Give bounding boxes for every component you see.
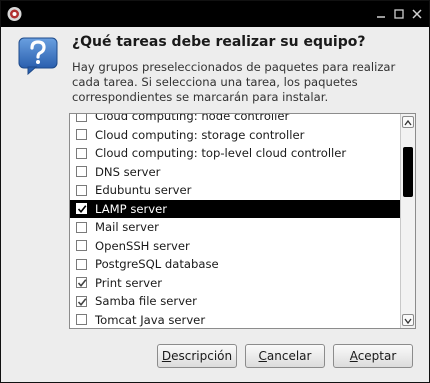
check-icon [77, 279, 87, 288]
task-row[interactable]: PostgreSQL database [70, 255, 400, 274]
task-checkbox[interactable] [76, 221, 87, 233]
task-row[interactable]: Print server [70, 274, 400, 293]
task-checkbox[interactable] [76, 166, 87, 178]
task-label: DNS server [95, 164, 161, 179]
task-checkbox[interactable] [76, 203, 87, 215]
accept-button[interactable]: Aceptar [333, 344, 413, 368]
chevron-down-icon [404, 318, 412, 325]
cancel-button[interactable]: Cancelar [245, 344, 325, 368]
app-logo-icon [7, 7, 22, 21]
task-checkbox[interactable] [76, 240, 87, 252]
task-label: Print server [95, 275, 163, 290]
task-row[interactable]: Samba file server [70, 292, 400, 311]
task-checkbox[interactable] [76, 114, 87, 122]
dialog-description: Hay grupos preseleccionados de paquetes … [72, 60, 396, 104]
check-icon [77, 205, 87, 214]
task-checkbox[interactable] [76, 184, 87, 196]
task-label: Cloud computing: top-level cloud control… [95, 146, 347, 161]
task-row[interactable]: Cloud computing: storage controller [70, 126, 400, 145]
minimize-icon[interactable] [374, 7, 388, 21]
title-bar[interactable] [1, 1, 429, 27]
maximize-icon[interactable] [392, 7, 406, 21]
task-label: PostgreSQL database [95, 257, 219, 272]
scroll-down-button[interactable] [402, 314, 414, 326]
scroll-up-button[interactable] [402, 116, 414, 128]
cancel-label: ancelar [266, 349, 312, 363]
accept-label: ceptar [357, 349, 397, 363]
task-list[interactable]: Cloud computing: node controller Cloud co… [69, 113, 416, 329]
task-label: LAMP server [95, 201, 168, 216]
dialog-window: ¿Qué tareas debe realizar su equipo? Hay… [0, 0, 430, 383]
task-row[interactable]: Edubuntu server [70, 181, 400, 200]
task-checkbox[interactable] [76, 147, 87, 159]
description-button[interactable]: Descripción [157, 344, 237, 368]
task-checkbox[interactable] [76, 314, 87, 326]
description-mnemonic: D [161, 349, 172, 363]
check-icon [77, 298, 87, 306]
task-checkbox[interactable] [76, 295, 87, 307]
task-row[interactable]: LAMP server [70, 199, 400, 218]
task-label: Tomcat Java server [95, 312, 206, 327]
chevron-up-icon [404, 119, 412, 126]
task-label: Edubuntu server [95, 183, 192, 198]
task-label: Samba file server [95, 294, 197, 309]
list-scrollbar[interactable] [400, 114, 415, 328]
task-label: Mail server [95, 220, 159, 235]
task-label: Cloud computing: node controller [95, 113, 290, 124]
task-list-rows: Cloud computing: node controller Cloud co… [70, 113, 400, 329]
accept-mnemonic: A [349, 349, 358, 363]
task-row[interactable]: Cloud computing: top-level cloud control… [70, 144, 400, 163]
dialog-question: ¿Qué tareas debe realizar su equipo? [72, 34, 366, 50]
cancel-mnemonic: C [258, 349, 267, 363]
task-label: Cloud computing: storage controller [95, 127, 305, 142]
description-label: escripción [171, 349, 233, 363]
task-row[interactable]: Cloud computing: node controller [70, 113, 400, 126]
task-checkbox[interactable] [76, 129, 87, 141]
task-checkbox[interactable] [76, 277, 87, 289]
task-row[interactable]: DNS server [70, 163, 400, 182]
close-icon[interactable] [410, 7, 424, 21]
task-row[interactable]: OpenSSH server [70, 237, 400, 256]
task-row[interactable]: Mail server [70, 218, 400, 237]
question-icon [18, 37, 58, 75]
task-checkbox[interactable] [76, 258, 87, 270]
task-label: OpenSSH server [95, 238, 190, 253]
scroll-thumb[interactable] [403, 147, 413, 197]
task-row[interactable]: Tomcat Java server [70, 311, 400, 329]
